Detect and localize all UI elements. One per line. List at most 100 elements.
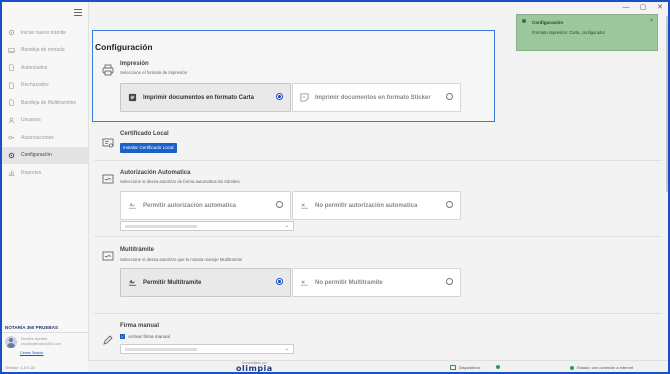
no-signature-icon bbox=[299, 201, 309, 211]
install-certificate-button[interactable]: Instalar Certificado Local bbox=[120, 143, 177, 153]
chart-icon bbox=[7, 169, 15, 176]
print-carta-radio[interactable] bbox=[276, 93, 283, 100]
select-value bbox=[125, 347, 197, 351]
printer-icon bbox=[102, 63, 114, 76]
auto-auth-allow-option[interactable]: Permitir autorización automatica bbox=[120, 191, 291, 220]
signature-icon bbox=[102, 172, 114, 184]
auto-auth-title: Autorización Automatica bbox=[120, 170, 191, 176]
checkbox-checked-icon: ✓ bbox=[120, 334, 125, 339]
settings-icon bbox=[7, 152, 15, 159]
signature-icon bbox=[127, 201, 137, 211]
devices-ok bbox=[496, 365, 503, 369]
user-panel: NOTARÍA 360 PRUEBAS Nombre Apellido usua… bbox=[2, 324, 88, 355]
divider bbox=[94, 236, 662, 237]
select-value bbox=[125, 224, 197, 228]
manual-signature-title: Firma manual bbox=[120, 323, 160, 329]
sidebar: Iniciar nuevo trámite Bandeja de entrada… bbox=[2, 2, 89, 372]
sidebar-item-label: Bandeja de entrada bbox=[21, 47, 65, 54]
sidebar-item-label: Autorizaciones bbox=[21, 134, 54, 141]
sidebar-item-configuracion[interactable]: Configuración bbox=[2, 146, 88, 164]
app-window: Iniciar nuevo trámite Bandeja de entrada… bbox=[2, 2, 668, 372]
certificate-icon bbox=[102, 136, 114, 148]
multitramite-deny-radio[interactable] bbox=[446, 278, 453, 285]
sidebar-nav: Iniciar nuevo trámite Bandeja de entrada… bbox=[2, 24, 88, 182]
sidebar-item-reportes[interactable]: Reportes bbox=[2, 164, 88, 182]
print-sticker-label: Imprimir documentos en formato Sticker bbox=[315, 94, 431, 101]
sidebar-item-label: Bandeja de Multitramites bbox=[21, 99, 77, 106]
sidebar-item-bandeja[interactable]: Bandeja de entrada bbox=[2, 42, 88, 60]
sidebar-item-rechazados[interactable]: Rechazados bbox=[2, 77, 88, 95]
close-icon[interactable]: × bbox=[650, 18, 653, 24]
sidebar-item-label: Autorizados bbox=[21, 64, 48, 71]
page-title: Configuración bbox=[95, 42, 153, 52]
pen-icon bbox=[102, 333, 114, 345]
sidebar-item-label: Usuarios bbox=[21, 117, 41, 124]
inbox-icon bbox=[7, 47, 15, 54]
logout-link[interactable]: Cerrar Sesión bbox=[2, 351, 88, 355]
sidebar-item-usuarios[interactable]: Usuarios bbox=[2, 112, 88, 130]
print-sticker-option[interactable]: Imprimir documentos en formato Sticker bbox=[292, 83, 461, 112]
toast-message: Formato impresión: Carta, configurado! bbox=[532, 30, 605, 35]
manual-signature-checkbox[interactable]: ✓ Activar firma manual bbox=[120, 334, 170, 339]
auto-auth-desc: Seleccione si desea autorizar de forma a… bbox=[120, 179, 240, 184]
print-carta-label: Imprimir documentos en formato Carta bbox=[143, 94, 255, 101]
auto-auth-allow-label: Permitir autorización automatica bbox=[143, 202, 237, 209]
print-sticker-radio[interactable] bbox=[446, 93, 453, 100]
sticker-icon bbox=[299, 93, 309, 103]
toast-notification: Configuración Formato impresión: Carta, … bbox=[516, 14, 658, 51]
document-icon bbox=[127, 93, 137, 103]
auto-auth-deny-radio[interactable] bbox=[446, 201, 453, 208]
connection-label: Estado: con conexión a internet bbox=[577, 365, 634, 370]
avatar bbox=[5, 336, 17, 348]
notary-name: NOTARÍA 360 PRUEBAS bbox=[2, 324, 88, 333]
connection-status: Estado: con conexión a internet bbox=[570, 365, 633, 370]
menu-icon[interactable] bbox=[74, 9, 82, 18]
multitramite-allow-option[interactable]: Permitir Multitramite bbox=[120, 268, 291, 297]
check-icon bbox=[522, 19, 526, 23]
print-title: Impresión bbox=[120, 61, 149, 67]
sidebar-item-multitramites[interactable]: Bandeja de Multitramites bbox=[2, 94, 88, 112]
scrollbar[interactable] bbox=[666, 16, 668, 192]
auto-auth-allow-radio[interactable] bbox=[276, 201, 283, 208]
document-icon bbox=[7, 64, 15, 71]
document-icon bbox=[7, 82, 15, 89]
multitramite-deny-option[interactable]: No permitir Multitramite bbox=[292, 268, 461, 297]
document-icon bbox=[7, 99, 15, 106]
multitramite-allow-label: Permitir Multitramite bbox=[143, 279, 202, 286]
devices-status[interactable]: Dispositivos bbox=[450, 365, 480, 370]
multitramite-desc: Seleccione si desea autorizar que la not… bbox=[120, 257, 243, 262]
auto-auth-deny-option[interactable]: No permitir autorización automatica bbox=[292, 191, 461, 220]
multitramite-deny-label: No permitir Multitramite bbox=[315, 279, 383, 286]
footer-logo: Desarrollado por olimpia bbox=[236, 361, 273, 372]
print-desc: Seleccione el formato de impresión bbox=[120, 70, 188, 75]
sidebar-item-iniciar[interactable]: Iniciar nuevo trámite bbox=[2, 24, 88, 42]
status-ok-icon bbox=[496, 365, 500, 369]
version-label: Versión: 1.0.0.22 bbox=[5, 365, 36, 370]
chevron-down-icon: ⌄ bbox=[284, 346, 289, 352]
manual-signature-select[interactable]: ⌄ bbox=[120, 344, 294, 354]
multitramite-allow-radio[interactable] bbox=[276, 278, 283, 285]
user-icon bbox=[7, 117, 15, 124]
auto-auth-select[interactable]: ⌄ bbox=[120, 221, 294, 231]
certificate-title: Certificado Local bbox=[120, 131, 169, 137]
sidebar-item-label: Configuración bbox=[21, 152, 52, 159]
gear-icon bbox=[7, 29, 15, 36]
status-bar: Desarrollado por olimpia Dispositivos Es… bbox=[88, 360, 668, 372]
sidebar-item-autorizados[interactable]: Autorizados bbox=[2, 59, 88, 77]
auto-auth-deny-label: No permitir autorización automatica bbox=[315, 202, 418, 209]
no-signature-icon bbox=[299, 278, 309, 288]
print-carta-option[interactable]: Imprimir documentos en formato Carta bbox=[120, 83, 291, 112]
connection-icon bbox=[570, 365, 574, 370]
signature-icon bbox=[127, 278, 137, 288]
sidebar-item-autorizaciones[interactable]: Autorizaciones bbox=[2, 129, 88, 147]
multitramite-icon bbox=[102, 249, 114, 261]
sidebar-item-label: Rechazados bbox=[21, 82, 49, 89]
manual-signature-label: Activar firma manual bbox=[128, 334, 170, 339]
sidebar-item-label: Iniciar nuevo trámite bbox=[21, 29, 67, 36]
chevron-down-icon: ⌄ bbox=[284, 223, 289, 229]
devices-label: Dispositivos bbox=[459, 365, 481, 370]
multitramite-title: Multitrámite bbox=[120, 247, 155, 253]
divider bbox=[94, 313, 662, 314]
main-content: Configuración Impresión Seleccione el fo… bbox=[88, 2, 668, 360]
user-email: usuario@notaria360.com bbox=[21, 342, 62, 346]
